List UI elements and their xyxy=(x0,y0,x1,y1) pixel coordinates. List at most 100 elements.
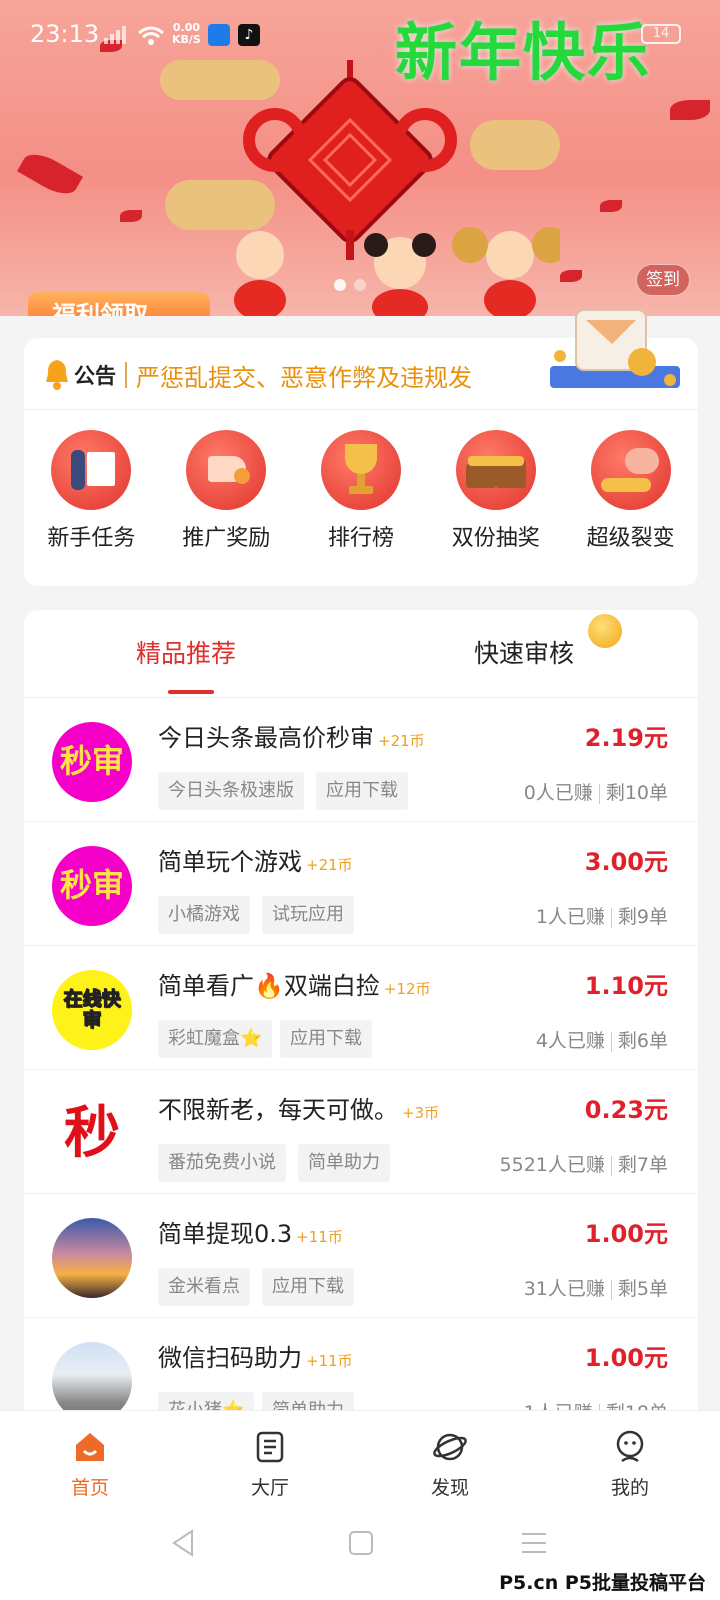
task-bonus: +11币 xyxy=(296,1228,343,1246)
nav-hall[interactable]: 大厅 xyxy=(180,1411,360,1510)
book-guide-icon xyxy=(51,430,132,510)
task-row[interactable]: 秒 不限新老，每天可做。 +3币 0.23元番茄免费小说 简单助力 5521人已赚 剩7单 xyxy=(24,1070,698,1194)
divider xyxy=(610,1155,612,1176)
task-avatar xyxy=(52,1342,132,1410)
task-remaining: 剩5单 xyxy=(617,1278,668,1300)
task-tag: 简单助力 xyxy=(262,1392,354,1410)
quick-action-promotion-reward[interactable]: 推广奖励 xyxy=(159,430,294,560)
tiktok-icon: ♪ xyxy=(238,24,260,46)
task-remaining: 剩9单 xyxy=(617,906,668,928)
task-remaining: 剩10单 xyxy=(605,782,668,804)
task-row[interactable]: 秒审 今日头条最高价秒审 +21币 2.19元 今日头条极速版 应用下载 0人已赚 剩10单 xyxy=(24,698,698,822)
task-avatar: 在线快审 xyxy=(52,970,132,1050)
task-avatar-text: 秒审 xyxy=(60,866,125,905)
tab-indicator xyxy=(168,690,214,694)
nav-home[interactable]: 首页 xyxy=(0,1411,180,1510)
carousel-dot[interactable] xyxy=(334,279,346,291)
nav-profile[interactable]: 我的 xyxy=(540,1411,720,1510)
task-row[interactable]: 微信扫码助力+11币 1.00元花小猪⭐ 简单助力 1人已赚 剩18单 xyxy=(24,1318,698,1410)
watermark: P5.cn P5批量投稿平台 xyxy=(499,1572,706,1594)
task-bonus: +3币 xyxy=(402,1104,440,1122)
task-avatar: 秒 xyxy=(52,1094,132,1174)
quick-action-leaderboard[interactable]: 排行榜 xyxy=(294,430,429,560)
task-title-text: 简单玩个游戏 xyxy=(158,848,302,876)
notice-bar[interactable]: 公告 严惩乱提交、恶意作弊及违规发 xyxy=(24,309,698,410)
task-tag: 应用下载 xyxy=(280,1020,372,1058)
home-square-icon[interactable] xyxy=(348,1530,374,1556)
task-row[interactable]: 在线快审 简单看广🔥双端白捡 +12币 1.10元 彩虹魔盒⭐ 应用下载 4人已赚 剩6单 xyxy=(24,946,698,1070)
divider xyxy=(610,1279,612,1300)
petal-decoration xyxy=(120,210,142,222)
divider xyxy=(610,907,612,928)
task-avatar-text: 秒 xyxy=(64,1100,120,1167)
task-tag: 试玩应用 xyxy=(262,896,354,934)
quick-action-newbie-task[interactable]: 新手任务 xyxy=(24,430,159,560)
task-title-text: 简单提现0.3 xyxy=(158,1220,293,1248)
menu-icon[interactable] xyxy=(520,1530,548,1556)
bottom-nav: 首页 大厅 发现 我的 xyxy=(0,1410,720,1510)
task-title: 今日头条最高价秒审 +21币 xyxy=(158,718,425,753)
task-stats: 4人已赚 剩6单 xyxy=(536,1026,668,1053)
divider xyxy=(610,1031,612,1052)
task-title-text: 不限新老，每天可做。 xyxy=(158,1096,398,1124)
task-price: 1.10元 xyxy=(584,972,668,1000)
carousel-dot[interactable] xyxy=(354,279,366,291)
task-earned: 31人已赚 xyxy=(523,1278,605,1300)
nav-discover[interactable]: 发现 xyxy=(360,1411,540,1510)
notice-label: 公告 xyxy=(74,364,116,388)
tab-featured[interactable]: 精品推荐 xyxy=(136,634,236,670)
carousel-dots xyxy=(334,276,374,295)
megaphone-icon xyxy=(186,430,267,510)
hourglass-illustration xyxy=(550,309,680,388)
task-row[interactable]: 秒审 简单玩个游戏 +21币 3.00元 小橘游戏 试玩应用 1人已赚 剩9单 xyxy=(24,822,698,946)
task-bonus: +12币 xyxy=(383,980,431,998)
task-price: 2.19元 xyxy=(584,724,668,752)
task-title-text: 今日头条最高价秒审 xyxy=(158,724,374,752)
task-stats: 0人已赚 剩10单 xyxy=(524,778,668,805)
task-row[interactable]: 简单提现0.3 +11币 1.00元 金米看点 应用下载 31人已赚 剩5单 xyxy=(24,1194,698,1318)
task-earned: 5521人已赚 xyxy=(499,1154,605,1176)
quick-action-super-fission[interactable]: 超级裂变 xyxy=(563,430,698,560)
task-price: 0.23元 xyxy=(584,1096,668,1124)
task-tag: 花小猪⭐ xyxy=(158,1392,255,1410)
coin-icon xyxy=(588,614,622,648)
task-tabs: 精品推荐 快速审核 xyxy=(24,610,698,698)
task-tag: 番茄免费小说 xyxy=(158,1144,286,1182)
task-tag: 简单助力 xyxy=(298,1144,390,1182)
list-icon xyxy=(256,1431,284,1463)
tab-fast-review[interactable]: 快速审核 xyxy=(474,634,574,670)
piggy-bank-icon xyxy=(590,430,671,510)
task-earned: 1人已赚 xyxy=(524,1402,593,1410)
task-earned: 4人已赚 xyxy=(535,1030,605,1052)
status-bar: 23:13 0.00 KB/S ♪ 14 xyxy=(0,0,720,70)
planet-icon xyxy=(433,1433,467,1461)
signal-icon xyxy=(104,26,126,44)
task-tag: 今日头条极速版 xyxy=(158,772,304,810)
battery-indicator: 14 xyxy=(641,24,681,44)
petal-decoration xyxy=(17,146,83,202)
checkin-button[interactable]: 签到 xyxy=(636,264,690,296)
quick-action-double-lottery[interactable]: 双份抽奖 xyxy=(428,430,563,560)
task-title-text: 微信扫码助力 xyxy=(158,1344,302,1372)
task-bonus: +21币 xyxy=(306,856,353,874)
task-earned: 1人已赚 xyxy=(535,906,605,928)
trophy-icon xyxy=(320,430,401,510)
back-icon[interactable] xyxy=(170,1528,196,1558)
task-tag: 应用下载 xyxy=(316,772,408,810)
petal-decoration xyxy=(560,270,582,282)
task-stats: 5521人已赚 剩7单 xyxy=(500,1150,668,1177)
task-avatar-text: 在线快审 xyxy=(63,988,121,1031)
children-illustration xyxy=(234,227,560,316)
notice-card: 公告 严惩乱提交、恶意作弊及违规发 新手任务 推广奖励 排行榜 双份抽奖 超级裂… xyxy=(24,309,698,586)
task-tag: 应用下载 xyxy=(262,1268,354,1306)
promo-banner[interactable]: 新年快乐 23:13 0.00 KB/S ♪ 14 签到 福利领取 xyxy=(0,0,720,316)
home-icon xyxy=(76,1433,104,1461)
task-title-text: 简单看广🔥双端白捡 xyxy=(158,972,380,1000)
quick-actions: 新手任务 推广奖励 排行榜 双份抽奖 超级裂变 xyxy=(24,430,698,560)
task-tag: 金米看点 xyxy=(158,1268,250,1306)
welfare-button[interactable]: 福利领取 xyxy=(28,292,210,316)
task-title: 简单玩个游戏 +21币 xyxy=(158,842,353,877)
treasure-chest-icon xyxy=(455,430,536,510)
task-bonus: +21币 xyxy=(378,732,425,750)
task-price: 1.00元 xyxy=(584,1344,668,1372)
